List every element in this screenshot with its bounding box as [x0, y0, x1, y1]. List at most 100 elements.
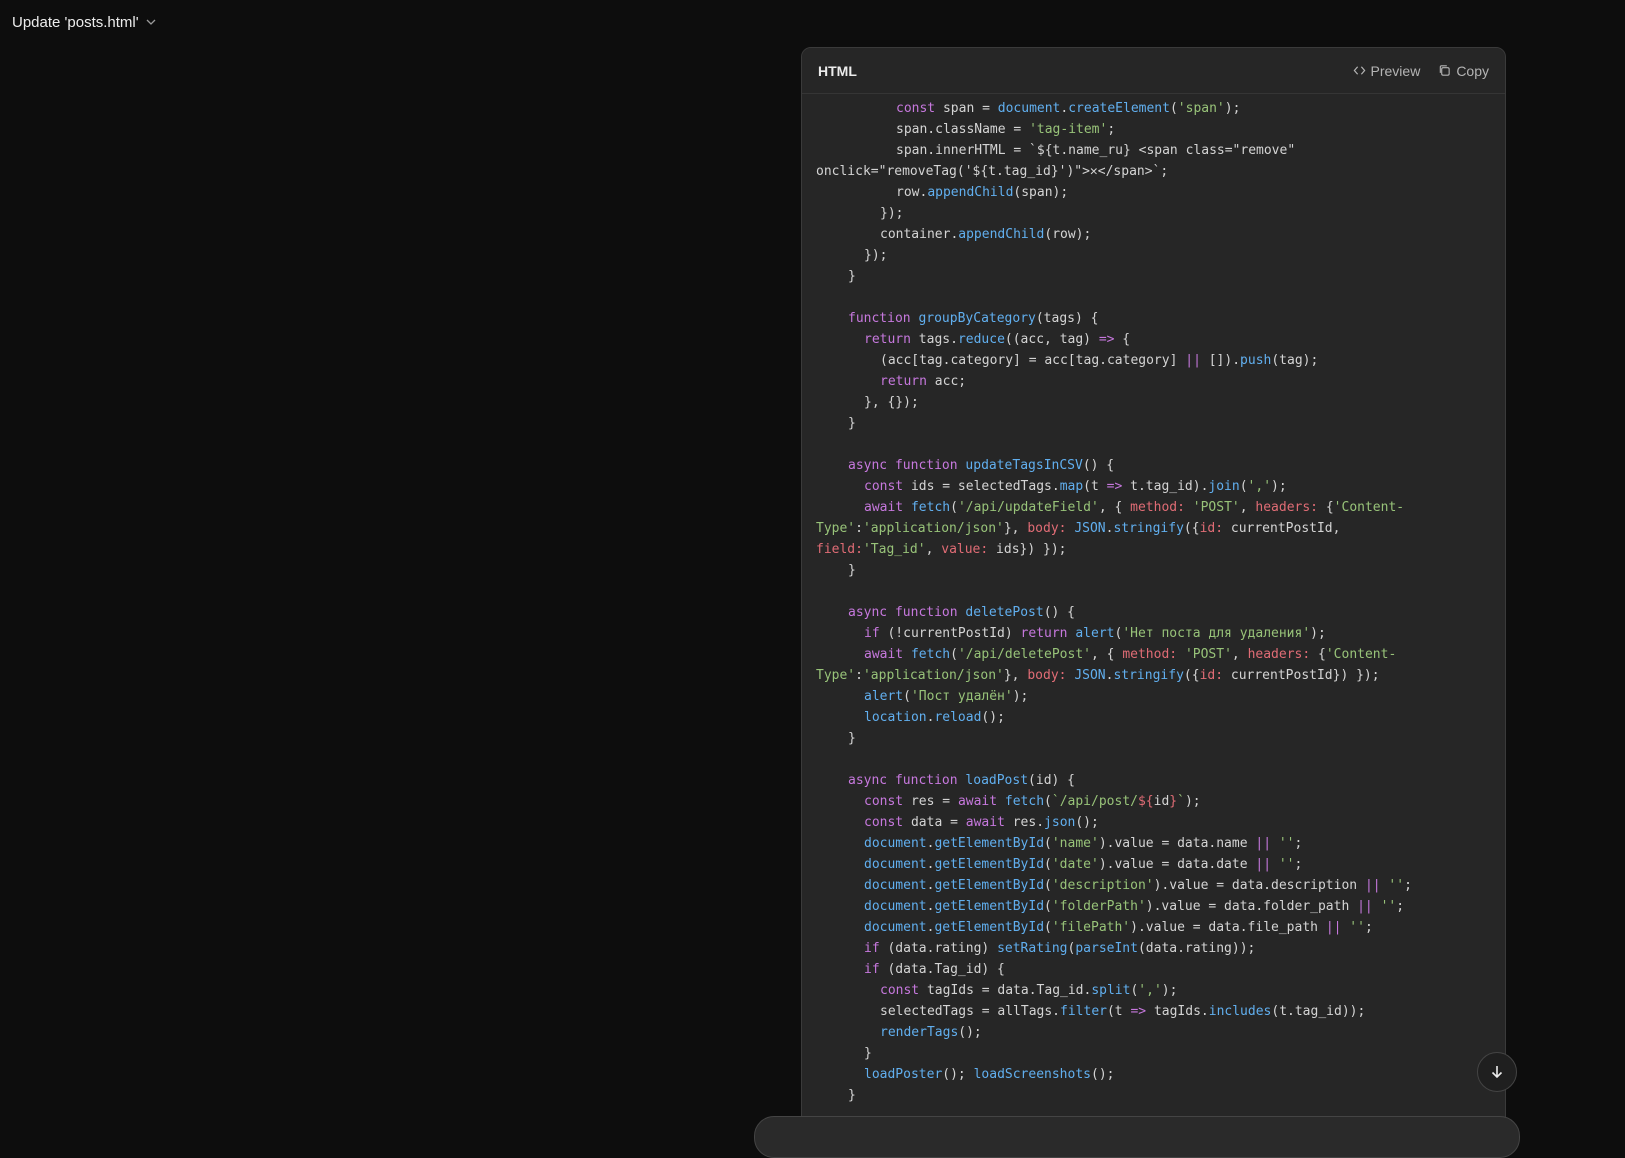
message-composer[interactable] — [754, 1116, 1520, 1158]
code-line: } — [816, 560, 1491, 581]
code-token: 'Content- — [1333, 500, 1405, 515]
code-token: if — [864, 941, 880, 956]
code-token: ).value = data.date — [1098, 857, 1256, 872]
code-token: () { — [1043, 605, 1076, 620]
code-token: 'application/json' — [862, 521, 1004, 536]
conversation-title-menu[interactable]: Update 'posts.html' — [12, 12, 157, 32]
code-token: ); — [1184, 794, 1201, 809]
code-token: return — [864, 332, 911, 347]
code-token: value: — [941, 542, 989, 557]
code-token: ); — [1271, 479, 1287, 494]
code-token: 'Пост удалён' — [910, 689, 1013, 704]
code-token: ); — [1310, 626, 1326, 641]
code-token: } — [848, 416, 856, 431]
code-token: await — [864, 500, 904, 515]
code-line: await fetch('/api/deletePost', { method:… — [816, 644, 1491, 665]
code-token: } — [864, 1046, 872, 1061]
scroll-to-bottom-button[interactable] — [1477, 1052, 1517, 1092]
code-line: container.appendChild(row); — [816, 224, 1491, 245]
code-line: }, {}); — [816, 392, 1491, 413]
code-line: return tags.reduce((acc, tag) => { — [816, 329, 1491, 350]
code-token: } — [848, 269, 856, 284]
code-line: Type':'application/json'}, body: JSON.st… — [816, 518, 1491, 539]
code-token: acc; — [926, 374, 967, 389]
code-content: const span = document.createElement('spa… — [802, 94, 1505, 1106]
code-token: tagIds = data.Tag_id. — [919, 983, 1092, 998]
code-token: 'span' — [1177, 101, 1225, 116]
code-token: push — [1240, 353, 1272, 368]
code-line: selectedTags = allTags.filter(t => tagId… — [816, 1001, 1491, 1022]
code-token: async — [848, 458, 888, 473]
code-line: if (data.rating) setRating(parseInt(data… — [816, 938, 1491, 959]
code-token: selectedTags = allTags. — [880, 1004, 1061, 1019]
code-line: document.getElementById('date').value = … — [816, 854, 1491, 875]
code-token: loadPoster — [864, 1067, 943, 1082]
code-line: row.appendChild(span); — [816, 182, 1491, 203]
code-token: const — [864, 794, 904, 809]
code-line: } — [816, 266, 1491, 287]
code-token: ',' — [1138, 983, 1162, 998]
code-language-label: HTML — [818, 62, 857, 79]
code-token: await — [864, 647, 904, 662]
code-token: document — [864, 857, 927, 872]
code-token: ; — [1396, 899, 1405, 914]
code-token: async — [848, 773, 888, 788]
code-token: ); — [1012, 689, 1029, 704]
code-token: const — [896, 101, 936, 116]
code-token: ids = selectedTags. — [903, 479, 1060, 494]
code-line: loadPoster(); loadScreenshots(); — [816, 1064, 1491, 1085]
code-token: => — [1130, 1004, 1147, 1019]
code-line: async function updateTagsInCSV() { — [816, 455, 1491, 476]
code-token: '/api/updateField' — [957, 500, 1099, 515]
code-token: body: — [1027, 668, 1067, 683]
code-line: const span = document.createElement('spa… — [816, 98, 1491, 119]
code-token: JSON — [1074, 668, 1106, 683]
code-token: groupByCategory — [918, 311, 1036, 326]
code-token: JSON — [1074, 521, 1106, 536]
code-line: Type':'application/json'}, body: JSON.st… — [816, 665, 1491, 686]
code-block-actions: Preview Copy — [1353, 63, 1489, 79]
preview-label: Preview — [1370, 62, 1421, 79]
code-token: await — [957, 794, 998, 809]
preview-button[interactable]: Preview — [1353, 62, 1421, 79]
code-token: (tags) { — [1035, 311, 1099, 326]
code-token: 'folderPath' — [1051, 899, 1146, 914]
code-token: method: — [1122, 647, 1178, 662]
code-token: (data.rating)); — [1137, 941, 1256, 956]
code-token: container. — [880, 227, 959, 242]
code-token: span = — [935, 101, 998, 116]
code-token: ((acc, tag) — [1004, 332, 1099, 347]
code-token: (data.Tag_id) { — [879, 962, 1005, 977]
code-token: getElementById — [934, 878, 1045, 893]
code-token: => — [1106, 479, 1123, 494]
code-token: function — [894, 605, 958, 620]
code-token: ); — [1161, 983, 1178, 998]
code-token: } — [848, 1088, 856, 1103]
code-token: '/api/deletePost' — [957, 647, 1091, 662]
code-token: 'filePath' — [1051, 920, 1131, 935]
code-line: return acc; — [816, 371, 1491, 392]
code-token: (!currentPostId) — [879, 626, 1021, 641]
code-line: function groupByCategory(tags) { — [816, 308, 1491, 329]
code-line: const data = await res.json(); — [816, 812, 1491, 833]
code-token: const — [864, 479, 904, 494]
code-token: (row); — [1044, 227, 1092, 242]
code-token: fetch — [1004, 794, 1045, 809]
code-token: Type' — [816, 521, 856, 536]
code-token: renderTags — [880, 1025, 959, 1040]
code-line: }); — [816, 245, 1491, 266]
copy-button[interactable]: Copy — [1438, 63, 1489, 79]
code-token: setRating — [997, 941, 1068, 956]
code-token: , { — [1091, 647, 1123, 662]
code-token: ; — [1364, 920, 1373, 935]
code-line: renderTags(); — [816, 1022, 1491, 1043]
code-line: await fetch('/api/updateField', { method… — [816, 497, 1491, 518]
conversation-title: Update 'posts.html' — [12, 13, 139, 31]
code-line: async function loadPost(id) { — [816, 770, 1491, 791]
code-token: () { — [1082, 458, 1115, 473]
